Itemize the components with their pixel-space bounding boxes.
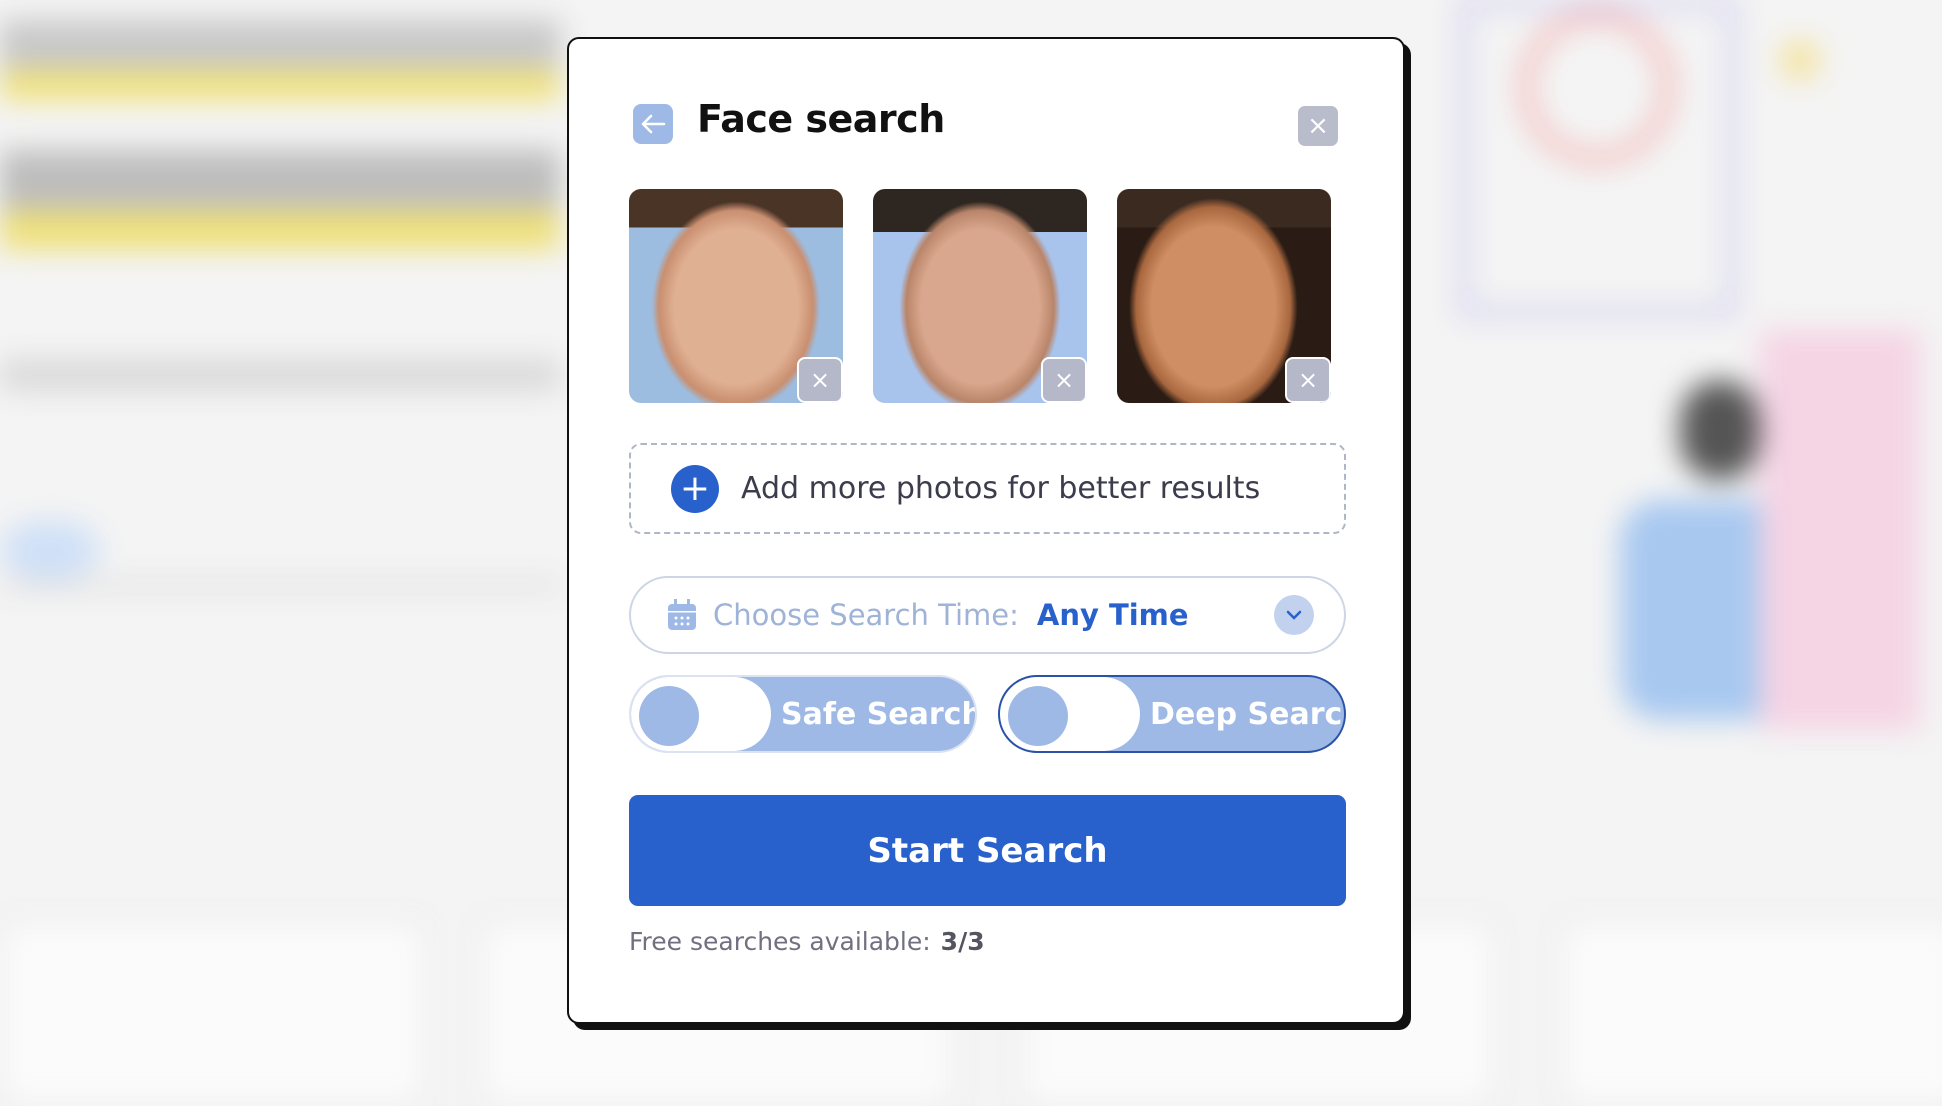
chevron-down-icon <box>1274 595 1314 635</box>
calendar-icon <box>668 599 696 630</box>
toggle-knob <box>639 686 699 746</box>
search-time-value: Any Time <box>1036 598 1189 632</box>
free-searches-label: Free searches available: <box>629 927 931 956</box>
remove-photo-button[interactable]: × <box>797 357 843 403</box>
add-more-label: Add more photos for better results <box>741 471 1261 506</box>
free-searches-status: Free searches available: 3/3 <box>629 927 985 956</box>
back-button[interactable] <box>633 104 673 144</box>
modal-title: Face search <box>697 97 945 141</box>
face-search-modal: Face search × × × × + Add more photos fo… <box>567 37 1405 1024</box>
plus-icon: + <box>671 464 719 513</box>
start-search-button[interactable]: Start Search <box>629 795 1346 906</box>
deep-search-label: Deep Search <box>1150 696 1346 732</box>
close-button[interactable]: × <box>1298 106 1338 146</box>
deep-search-toggle[interactable]: Deep Search <box>998 675 1346 753</box>
photo-thumbnail: × <box>873 189 1087 403</box>
free-searches-count: 3/3 <box>940 927 985 956</box>
search-time-dropdown[interactable]: Choose Search Time: Any Time <box>629 576 1346 654</box>
remove-photo-button[interactable]: × <box>1041 357 1087 403</box>
toggle-knob <box>1008 686 1068 746</box>
photo-thumbnail: × <box>1117 189 1331 403</box>
search-time-label: Choose Search Time: <box>713 598 1019 632</box>
photo-thumbnail: × <box>629 189 843 403</box>
safe-search-toggle[interactable]: Safe Search <box>629 675 977 753</box>
remove-photo-button[interactable]: × <box>1285 357 1331 403</box>
safe-search-label: Safe Search <box>781 696 977 732</box>
arrow-left-icon <box>641 114 666 134</box>
add-more-photos-button[interactable]: + Add more photos for better results <box>629 443 1346 534</box>
